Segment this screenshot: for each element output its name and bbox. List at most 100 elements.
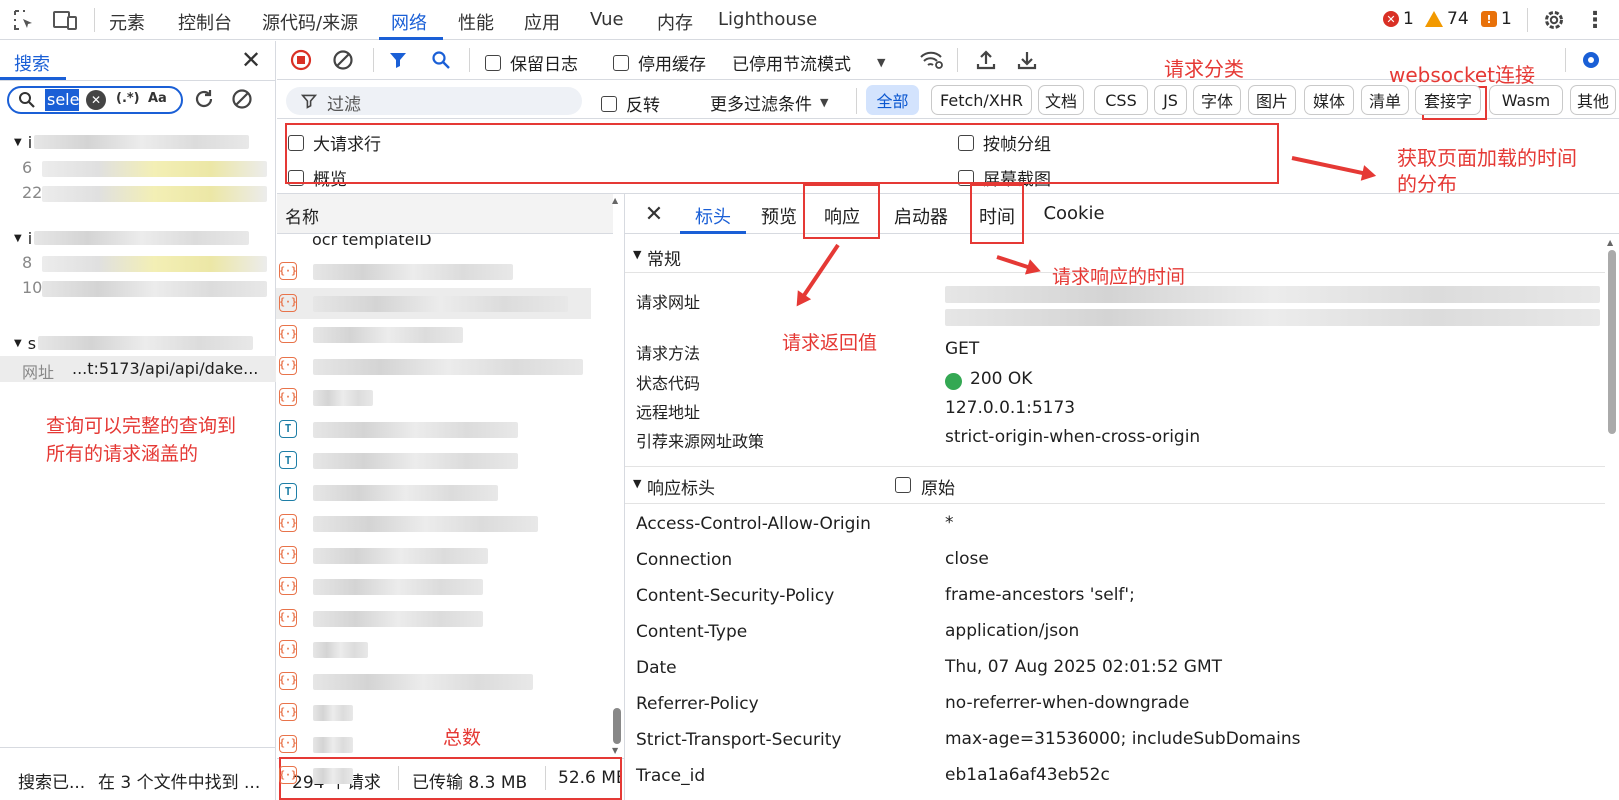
- type-chip[interactable]: 全部: [866, 85, 919, 115]
- detail-tab-0[interactable]: 标头: [680, 203, 746, 229]
- result-group-2[interactable]: ▼ i: [14, 228, 264, 248]
- request-row[interactable]: {·}: [276, 287, 591, 319]
- panel-tab[interactable]: 元素: [109, 9, 145, 35]
- type-chip[interactable]: 套接字: [1415, 85, 1481, 115]
- xhr-type-icon: {·}: [279, 577, 297, 595]
- detail-tab-5[interactable]: Cookie: [1039, 203, 1109, 224]
- detail-tab-3[interactable]: 启动器: [885, 203, 957, 229]
- type-chip[interactable]: Fetch/XHR: [931, 85, 1032, 115]
- type-chip[interactable]: 其他: [1570, 85, 1616, 115]
- error-icon: ✕: [1383, 11, 1399, 27]
- checkbox[interactable]: [485, 54, 501, 71]
- request-row[interactable]: {·}: [276, 351, 591, 382]
- inspect-element-icon[interactable]: [12, 8, 36, 32]
- request-row[interactable]: {·}: [276, 319, 591, 350]
- match-case-toggle[interactable]: Aa: [148, 91, 167, 106]
- detail-tab-1[interactable]: 预览: [758, 203, 800, 229]
- request-row[interactable]: {·}: [276, 508, 591, 539]
- request-row[interactable]: {·}: [276, 256, 591, 287]
- search-network-icon[interactable]: [430, 49, 452, 71]
- panel-tab[interactable]: Vue: [590, 9, 624, 30]
- detail-scrollbar[interactable]: [1608, 250, 1616, 434]
- clear-network-icon[interactable]: [332, 49, 354, 71]
- detail-tab-underline: [680, 231, 746, 234]
- type-chip[interactable]: CSS: [1094, 85, 1148, 115]
- type-chip[interactable]: 文档: [1038, 85, 1084, 115]
- result-line[interactable]: 22: [22, 183, 268, 205]
- network-settings-gear-icon[interactable]: [1578, 47, 1604, 73]
- request-row[interactable]: {·}: [276, 540, 591, 571]
- record-stop-icon[interactable]: [290, 49, 312, 71]
- export-har-icon[interactable]: [1016, 48, 1038, 72]
- panel-tab[interactable]: 应用: [524, 9, 560, 35]
- panel-tab[interactable]: 内存: [657, 9, 693, 35]
- type-chip[interactable]: 图片: [1248, 85, 1296, 115]
- clear-search-icon[interactable]: ✕: [86, 90, 106, 110]
- type-chip[interactable]: 媒体: [1304, 85, 1354, 115]
- request-row[interactable]: {·}: [276, 666, 591, 697]
- request-row[interactable]: {·}: [276, 697, 591, 728]
- result-line-selected[interactable]: 网址 ...t:5173/api/api/dake...: [0, 356, 276, 382]
- warning-counter[interactable]: 74: [1425, 9, 1469, 29]
- disable-cache-checkbox[interactable]: 停用缓存: [613, 50, 706, 75]
- request-row[interactable]: {·}: [276, 571, 591, 602]
- result-group-1[interactable]: ▼ i: [14, 133, 264, 152]
- scroll-up-arrow-icon[interactable]: ▲: [1607, 238, 1613, 247]
- regex-toggle[interactable]: (.*): [116, 91, 140, 106]
- type-chip[interactable]: 字体: [1193, 85, 1241, 115]
- invert-checkbox[interactable]: 反转: [601, 91, 660, 116]
- type-chip[interactable]: JS: [1154, 85, 1187, 115]
- close-search-icon[interactable]: ✕: [240, 46, 262, 74]
- raw-checkbox[interactable]: [895, 477, 911, 493]
- result-line[interactable]: 10: [22, 278, 268, 300]
- network-conditions-icon[interactable]: [919, 48, 945, 72]
- result-file-initial: i: [27, 228, 33, 248]
- request-row[interactable]: {·}: [276, 634, 591, 665]
- request-list-scrollbar[interactable]: [613, 708, 621, 744]
- result-line[interactable]: 6: [22, 158, 268, 180]
- checkbox[interactable]: [601, 95, 617, 112]
- panel-tab[interactable]: 性能: [458, 9, 494, 35]
- more-options-icon[interactable]: ⋮: [1584, 8, 1606, 33]
- detail-tab-4[interactable]: 时间: [974, 203, 1020, 229]
- close-detail-icon[interactable]: ✕: [643, 202, 665, 227]
- throttle-select[interactable]: 已停用节流模式 ▼: [732, 50, 885, 75]
- checkbox[interactable]: [613, 54, 629, 71]
- request-row[interactable]: {·}: [276, 729, 591, 760]
- search-query[interactable]: sele: [45, 89, 79, 111]
- refresh-icon[interactable]: [192, 87, 216, 111]
- result-group-3[interactable]: ▼ s: [14, 334, 264, 353]
- result-line[interactable]: 8: [22, 253, 268, 275]
- scroll-down-arrow-icon[interactable]: ▼: [612, 746, 618, 755]
- issue-icon: !: [1481, 11, 1497, 27]
- request-row[interactable]: T: [276, 477, 591, 508]
- panel-tab[interactable]: 网络: [391, 9, 427, 35]
- general-value: GET: [945, 339, 980, 359]
- clear-results-icon[interactable]: [230, 87, 254, 111]
- request-row[interactable]: {·}: [276, 603, 591, 634]
- search-tab[interactable]: 搜索: [14, 50, 50, 76]
- request-row[interactable]: T: [276, 414, 591, 445]
- request-row-partial[interactable]: ocr templateID: [285, 235, 595, 251]
- panel-tab[interactable]: 源代码/来源: [262, 9, 358, 35]
- issues-counter[interactable]: ! 1: [1481, 9, 1512, 29]
- type-chip[interactable]: Wasm: [1489, 85, 1563, 115]
- type-chip[interactable]: 清单: [1361, 85, 1409, 115]
- request-row[interactable]: T: [276, 445, 591, 476]
- panel-tab[interactable]: 控制台: [178, 9, 232, 35]
- device-toolbar-icon[interactable]: [52, 8, 78, 32]
- request-row[interactable]: {·}: [276, 760, 591, 791]
- error-counter[interactable]: ✕ 1: [1383, 9, 1414, 29]
- import-har-icon[interactable]: [975, 48, 997, 72]
- panel-tab[interactable]: Lighthouse: [718, 9, 817, 30]
- request-name-redacted: [313, 264, 513, 280]
- request-row[interactable]: {·}: [276, 382, 591, 413]
- request-list-header[interactable]: 名称 ▲: [277, 194, 618, 234]
- response-headers-section-header[interactable]: ▼ 响应标头 原始: [625, 466, 1605, 504]
- settings-gear-icon[interactable]: [1541, 7, 1567, 33]
- detail-tab-2[interactable]: 响应: [817, 203, 867, 229]
- filter-toggle-icon[interactable]: [387, 49, 409, 71]
- expand-arrow-icon: ▼: [14, 136, 22, 148]
- preserve-log-checkbox[interactable]: 保留日志: [485, 50, 578, 75]
- more-filters-dropdown[interactable]: 更多过滤条件 ▼: [710, 90, 828, 115]
